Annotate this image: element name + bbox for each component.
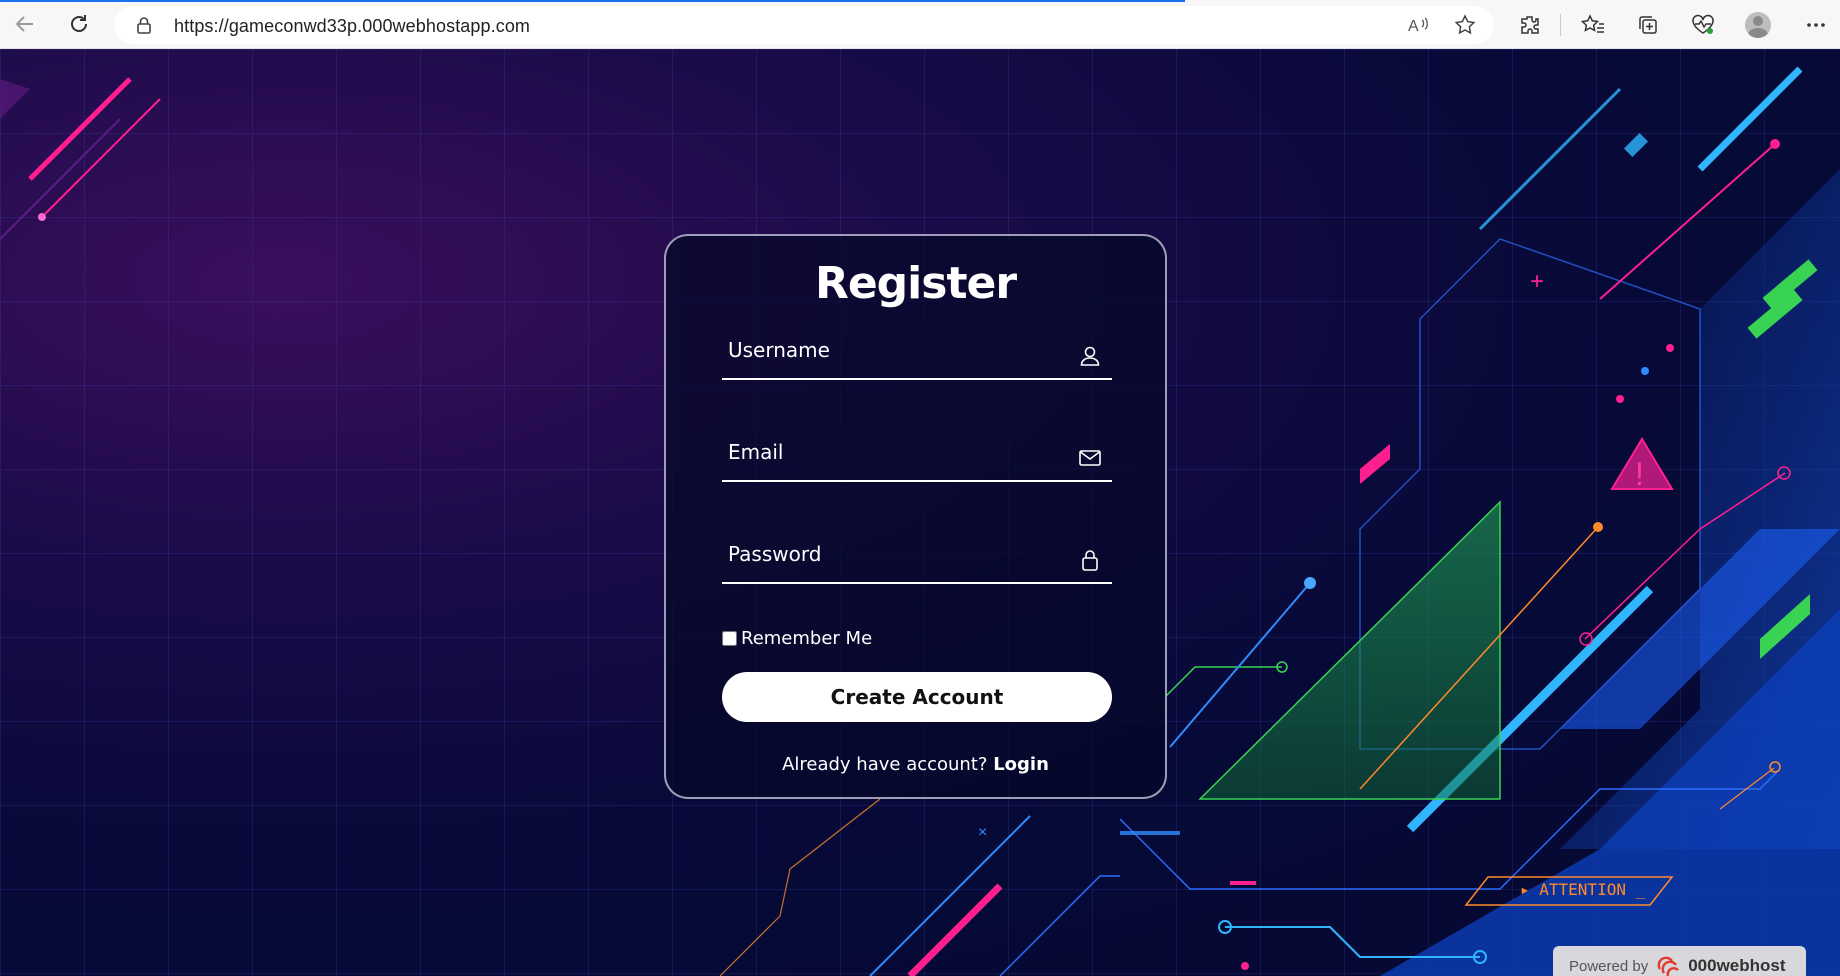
back-button[interactable] bbox=[12, 11, 38, 37]
page-load-progress bbox=[0, 0, 1185, 2]
browser-toolbar: https://gameconwd33p.000webhostapp.com A bbox=[0, 0, 1840, 49]
powered-by-badge[interactable]: Powered by 000webhost bbox=[1553, 946, 1806, 976]
read-aloud-icon[interactable]: A bbox=[1408, 15, 1430, 40]
remember-label: Remember Me bbox=[741, 628, 873, 649]
extensions-icon[interactable] bbox=[1517, 12, 1543, 38]
pink-streak bbox=[28, 77, 132, 181]
envelope-icon bbox=[1079, 450, 1101, 466]
login-prompt-row: Already have account? Login bbox=[666, 754, 1165, 775]
svg-text:!: ! bbox=[1635, 456, 1644, 492]
000webhost-logo-icon bbox=[1657, 956, 1680, 976]
lock-icon[interactable] bbox=[136, 16, 152, 39]
remember-me[interactable]: Remember Me bbox=[722, 628, 872, 649]
collections-icon[interactable] bbox=[1635, 12, 1661, 38]
lock-icon bbox=[1082, 550, 1098, 571]
create-account-button[interactable]: Create Account bbox=[722, 672, 1112, 722]
favorites-icon[interactable] bbox=[1580, 12, 1606, 38]
svg-text:+: + bbox=[1530, 268, 1544, 295]
svg-text:×: × bbox=[978, 824, 987, 841]
corner-shape bbox=[0, 79, 30, 119]
attention-label: ▸ ATTENTION _ bbox=[1520, 880, 1646, 899]
form-title: Register bbox=[814, 258, 1017, 309]
register-form: Register Remember Me Create Account Alre… bbox=[664, 234, 1167, 799]
more-options-icon[interactable] bbox=[1803, 12, 1829, 38]
login-link[interactable]: Login bbox=[993, 754, 1049, 775]
username-input[interactable] bbox=[722, 324, 1062, 376]
pink-dot bbox=[38, 213, 46, 221]
svg-text:A: A bbox=[1408, 18, 1419, 35]
back-arrow-icon bbox=[15, 16, 33, 32]
email-input[interactable] bbox=[722, 426, 1062, 478]
green-panel bbox=[1198, 500, 1501, 800]
email-field bbox=[722, 426, 1112, 482]
username-field bbox=[722, 324, 1112, 380]
user-icon bbox=[1080, 346, 1100, 366]
password-field bbox=[722, 528, 1112, 584]
refresh-button[interactable] bbox=[66, 11, 92, 37]
browser-essentials-icon[interactable] bbox=[1690, 12, 1716, 38]
cyan-bar bbox=[1697, 66, 1803, 172]
address-bar[interactable]: https://gameconwd33p.000webhostapp.com A bbox=[114, 6, 1494, 44]
url-text[interactable]: https://gameconwd33p.000webhostapp.com bbox=[174, 16, 530, 37]
login-prompt-text: Already have account? bbox=[782, 754, 988, 775]
refresh-icon bbox=[71, 15, 87, 32]
password-input[interactable] bbox=[722, 528, 1062, 580]
powered-by-brand: 000webhost bbox=[1688, 956, 1786, 975]
toolbar-divider bbox=[1560, 14, 1561, 36]
page-viewport: ! + × ▸ ATTENTION _ Register Username Em… bbox=[0, 49, 1840, 976]
favorite-star-icon[interactable] bbox=[1454, 14, 1476, 41]
profile-avatar[interactable] bbox=[1745, 12, 1771, 38]
powered-by-text: Powered by bbox=[1569, 957, 1649, 975]
remember-checkbox[interactable] bbox=[722, 631, 737, 646]
pink-streak bbox=[44, 98, 161, 215]
